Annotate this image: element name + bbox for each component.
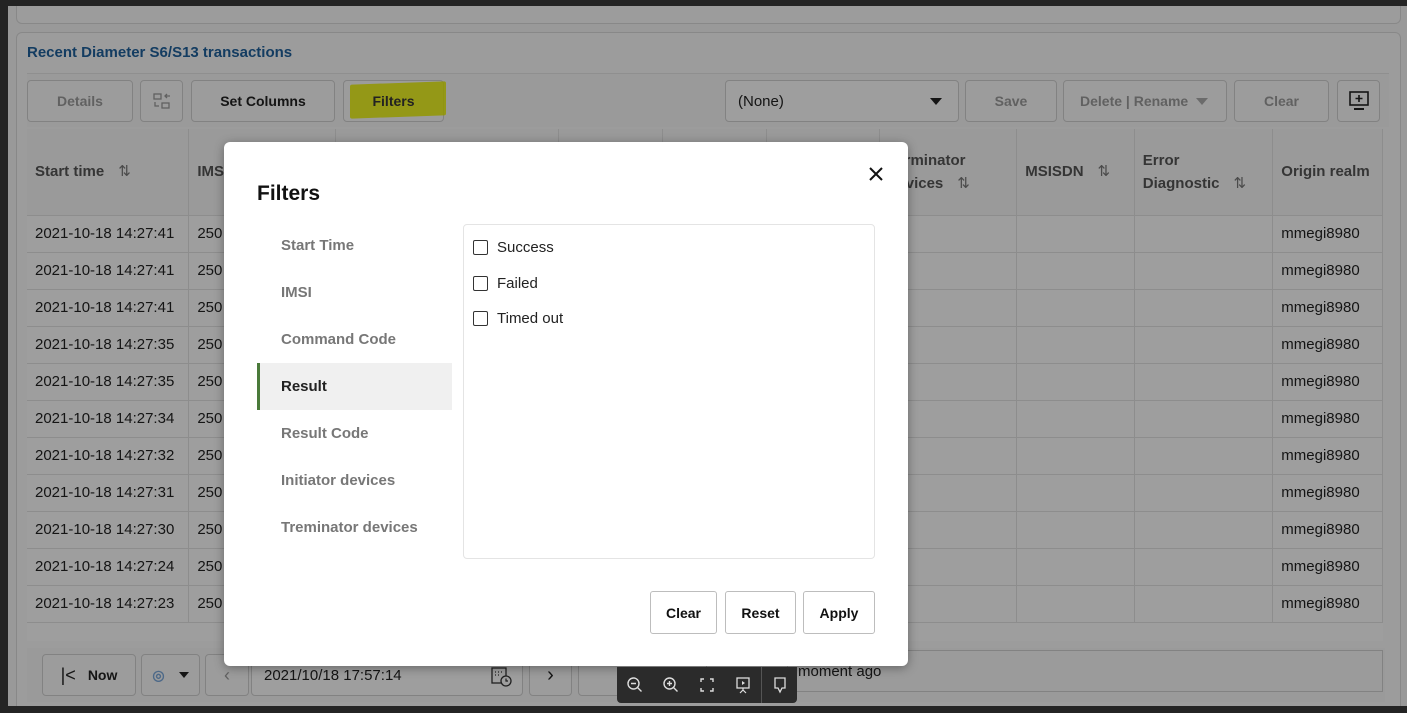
fit-screen-icon: [700, 678, 714, 692]
image-viewer-toolbar: [617, 667, 797, 703]
filter-category-list: Start Time IMSI Command Code Result Result C…: [257, 222, 452, 551]
dialog-reset-button[interactable]: Reset: [725, 591, 796, 634]
filter-category-command-code[interactable]: Command Code: [257, 316, 452, 363]
checkbox[interactable]: [473, 311, 488, 326]
fit-screen-button[interactable]: [689, 667, 725, 703]
dialog-apply-button[interactable]: Apply: [803, 591, 875, 634]
zoom-in-button[interactable]: [653, 667, 689, 703]
slideshow-button[interactable]: [725, 667, 761, 703]
filters-dialog: Filters Start Time IMSI Command Code Result…: [224, 142, 908, 666]
result-option-success[interactable]: Success: [473, 239, 554, 256]
checkbox[interactable]: [473, 240, 488, 255]
filter-options-panel: Success Failed Timed out: [463, 224, 875, 559]
filter-category-result-code[interactable]: Result Code: [257, 410, 452, 457]
checkbox[interactable]: [473, 275, 488, 291]
zoom-out-icon: [627, 677, 642, 692]
option-label: Success: [497, 239, 554, 256]
comment-icon: [773, 677, 786, 694]
filter-category-imsi[interactable]: IMSI: [257, 269, 452, 316]
filter-category-start-time[interactable]: Start Time: [257, 222, 452, 269]
presentation-icon: [736, 677, 750, 694]
filters-button-label: Filters: [372, 93, 415, 109]
dialog-title: Filters: [257, 182, 321, 205]
filter-category-treminator-devices[interactable]: Treminator devices: [257, 504, 452, 551]
close-icon[interactable]: [864, 162, 888, 186]
zoom-out-button[interactable]: [617, 667, 653, 703]
option-label: Failed: [497, 274, 538, 292]
result-option-timed-out[interactable]: Timed out: [473, 310, 563, 327]
comment-button[interactable]: [761, 667, 797, 703]
filter-category-initiator-devices[interactable]: Initiator devices: [257, 457, 452, 504]
dialog-clear-button[interactable]: Clear: [650, 591, 717, 634]
option-label: Timed out: [497, 310, 564, 327]
result-option-failed[interactable]: Failed: [473, 275, 538, 292]
filter-category-result[interactable]: Result: [257, 363, 452, 410]
zoom-in-icon: [663, 677, 678, 692]
